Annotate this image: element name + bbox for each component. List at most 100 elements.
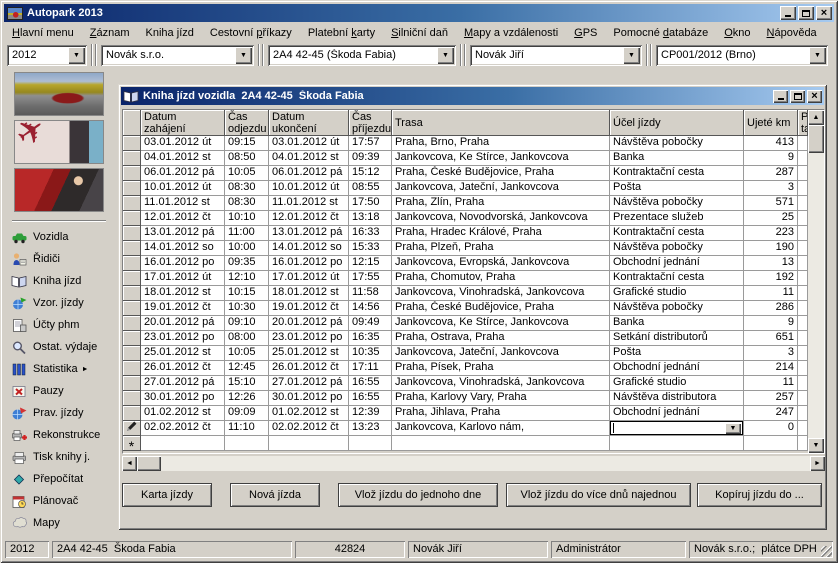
close-button[interactable]: × <box>816 6 832 20</box>
company-filter-combo[interactable]: Novák s.r.o.▼ <box>101 45 254 66</box>
purpose-cell[interactable]: Návštěva pobočky <box>610 241 744 256</box>
row-selector[interactable] <box>123 151 141 166</box>
scroll-right-button[interactable]: ► <box>810 456 825 471</box>
row-selector-header[interactable] <box>123 110 141 136</box>
purpose-cell[interactable]: Obchodní jednání <box>610 256 744 271</box>
sidebar-item-kniha-jizd[interactable]: Kniha jízd <box>4 270 114 292</box>
purpose-cell[interactable]: Kontraktační cesta <box>610 166 744 181</box>
driver-filter-combo[interactable]: Novák Jiří▼ <box>470 45 642 66</box>
end-date-cell[interactable]: 30.01.2012 po <box>269 391 349 406</box>
odometer-cell[interactable] <box>798 256 808 271</box>
purpose-cell[interactable]: Návštěva distributora <box>610 391 744 406</box>
row-selector[interactable] <box>123 181 141 196</box>
distance-cell[interactable] <box>744 436 798 451</box>
arrival-time-cell[interactable]: 13:23 <box>349 421 392 436</box>
end-date-cell[interactable]: 26.01.2012 čt <box>269 361 349 376</box>
arrival-time-cell[interactable]: 12:39 <box>349 406 392 421</box>
distance-cell[interactable]: 214 <box>744 361 798 376</box>
purpose-cell[interactable]: Pošta <box>610 181 744 196</box>
start-date-cell[interactable]: 02.02.2012 čt <box>141 421 225 436</box>
odometer-cell[interactable] <box>798 196 808 211</box>
odometer-cell[interactable] <box>798 181 808 196</box>
sidebar-item-ridici[interactable]: Řidiči <box>4 248 114 270</box>
arrival-time-cell[interactable]: 09:49 <box>349 316 392 331</box>
sidebar-item-planovac[interactable]: Plánovač <box>4 490 114 512</box>
distance-cell[interactable]: 9 <box>744 151 798 166</box>
departure-time-cell[interactable]: 10:00 <box>225 241 269 256</box>
start-date-cell[interactable]: 16.01.2012 po <box>141 256 225 271</box>
travel-order-filter-combo[interactable]: CP001/2012 (Brno)▼ <box>656 45 828 66</box>
departure-time-cell[interactable]: 09:35 <box>225 256 269 271</box>
row-selector[interactable] <box>123 286 141 301</box>
odometer-cell[interactable] <box>798 436 808 451</box>
odometer-cell[interactable] <box>798 346 808 361</box>
logbook-titlebar[interactable]: Kniha jízd vozidla 2A4 42-45 Škoda Fabia… <box>121 87 824 105</box>
purpose-cell[interactable]: Návštěva pobočky <box>610 301 744 316</box>
end-date-cell[interactable]: 04.01.2012 st <box>269 151 349 166</box>
start-date-cell[interactable]: 26.01.2012 čt <box>141 361 225 376</box>
arrival-time-cell[interactable]: 14:56 <box>349 301 392 316</box>
distance-cell[interactable]: 571 <box>744 196 798 211</box>
departure-time-cell[interactable]: 12:45 <box>225 361 269 376</box>
purpose-cell[interactable]: Návštěva pobočky <box>610 196 744 211</box>
vertical-scroll-thumb[interactable] <box>808 125 824 153</box>
departure-time-cell[interactable]: 11:00 <box>225 226 269 241</box>
end-date-cell[interactable]: 12.01.2012 čt <box>269 211 349 226</box>
purpose-cell[interactable]: Banka <box>610 151 744 166</box>
menu-item-platebni-karty[interactable]: Platební karty <box>300 25 383 41</box>
odometer-cell[interactable] <box>798 151 808 166</box>
departure-time-cell[interactable]: 12:26 <box>225 391 269 406</box>
departure-time-cell[interactable]: 09:15 <box>225 136 269 151</box>
arrival-time-cell[interactable]: 10:35 <box>349 346 392 361</box>
arrival-time-cell[interactable]: 13:18 <box>349 211 392 226</box>
purpose-cell[interactable]: Obchodní jednání <box>610 361 744 376</box>
odometer-cell[interactable] <box>798 406 808 421</box>
route-cell[interactable]: Praha, České Budějovice, Praha <box>392 166 610 181</box>
row-selector[interactable] <box>123 421 141 436</box>
end-date-cell[interactable]: 02.02.2012 čt <box>269 421 349 436</box>
nova-jizda-button[interactable]: Nová jízda <box>230 483 320 507</box>
column-header-datum-zahajeni[interactable]: Datum zahájení <box>141 110 225 136</box>
end-date-cell[interactable]: 27.01.2012 pá <box>269 376 349 391</box>
travel-order-filter-combo-dropdown-button[interactable]: ▼ <box>809 47 826 64</box>
end-date-cell[interactable]: 25.01.2012 st <box>269 346 349 361</box>
end-date-cell[interactable]: 06.01.2012 pá <box>269 166 349 181</box>
purpose-cell[interactable]: Grafické studio <box>610 286 744 301</box>
departure-time-cell[interactable]: 10:05 <box>225 346 269 361</box>
departure-time-cell[interactable]: 10:30 <box>225 301 269 316</box>
departure-time-cell[interactable]: 10:05 <box>225 166 269 181</box>
sidebar-item-pauzy[interactable]: Pauzy <box>4 380 114 402</box>
departure-time-cell[interactable]: 15:10 <box>225 376 269 391</box>
end-date-cell[interactable]: 10.01.2012 út <box>269 181 349 196</box>
row-selector[interactable] <box>123 361 141 376</box>
menu-item-kniha-jizd[interactable]: Kniha jízd <box>138 25 202 41</box>
distance-cell[interactable]: 413 <box>744 136 798 151</box>
odometer-cell[interactable] <box>798 136 808 151</box>
sidebar-item-ostat-vydaje[interactable]: Ostat. výdaje <box>4 336 114 358</box>
menu-item-gps[interactable]: GPS <box>566 25 605 41</box>
row-selector[interactable] <box>123 136 141 151</box>
purpose-editor-combo[interactable]: ▼ <box>610 421 743 435</box>
horizontal-scrollbar[interactable]: ◄ ► <box>122 456 825 471</box>
route-cell[interactable]: Praha, České Budějovice, Praha <box>392 301 610 316</box>
odometer-cell[interactable] <box>798 316 808 331</box>
start-date-cell[interactable]: 12.01.2012 čt <box>141 211 225 226</box>
menu-item-zaznam[interactable]: Záznam <box>82 25 138 41</box>
sidebar-item-prepocitat[interactable]: Přepočítat <box>4 468 114 490</box>
end-date-cell[interactable]: 18.01.2012 st <box>269 286 349 301</box>
karta-jizdy-button[interactable]: Karta jízdy <box>122 483 212 507</box>
vloz-jizdu-do-jednoho-dne-button[interactable]: Vlož jízdu do jednoho dne <box>338 483 498 507</box>
end-date-cell[interactable]: 17.01.2012 út <box>269 271 349 286</box>
purpose-cell[interactable]: ▼ <box>610 421 744 436</box>
distance-cell[interactable]: 3 <box>744 181 798 196</box>
sidebar-item-mapy[interactable]: Mapy <box>4 512 114 534</box>
vehicle-filter-combo-dropdown-button[interactable]: ▼ <box>437 47 454 64</box>
route-cell[interactable]: Praha, Karlovy Vary, Praha <box>392 391 610 406</box>
arrival-time-cell[interactable]: 12:15 <box>349 256 392 271</box>
route-cell[interactable]: Jankovcova, Ke Stírce, Jankovcova <box>392 151 610 166</box>
purpose-cell[interactable] <box>610 436 744 451</box>
row-selector[interactable] <box>123 301 141 316</box>
row-selector[interactable] <box>123 271 141 286</box>
distance-cell[interactable]: 11 <box>744 286 798 301</box>
menu-item-napoveda[interactable]: Nápověda <box>759 25 825 41</box>
